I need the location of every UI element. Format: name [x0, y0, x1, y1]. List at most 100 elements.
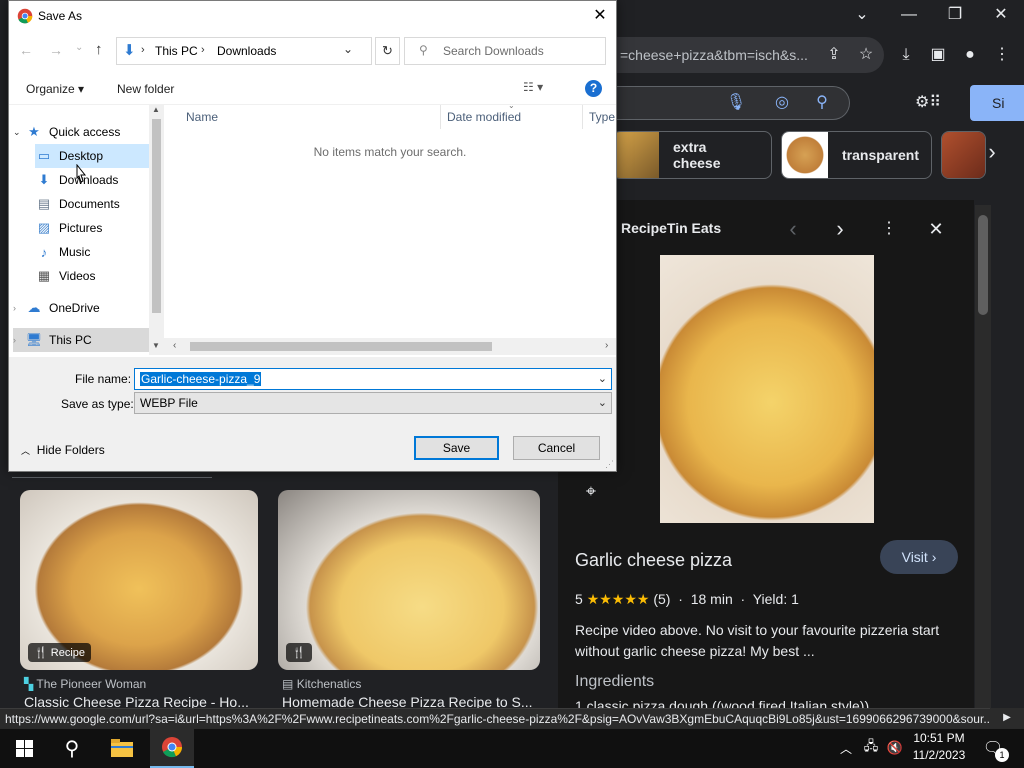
file-name-input[interactable]: Garlic-cheese-pizza_9 ⌄ [134, 368, 612, 390]
nav-quick-access[interactable]: ⌄ ★ Quick access [13, 120, 120, 144]
preview-image[interactable] [660, 255, 874, 523]
volume-muted-icon[interactable]: 🔇 [884, 728, 906, 768]
nav-pictures[interactable]: ▨ Pictures 📌 [35, 216, 172, 240]
organize-button[interactable]: Organize ▾ [26, 82, 84, 96]
restore-icon[interactable]: ❐ [943, 3, 967, 27]
forward-arrow-icon[interactable]: → [49, 42, 63, 58]
side-panel-icon[interactable]: ▣ [926, 43, 950, 67]
search-downloads-input[interactable]: ⚲ Search Downloads [404, 37, 606, 65]
scroll-down-icon[interactable]: ▼ [152, 341, 160, 350]
address-breadcrumb[interactable]: ⬇ › This PC › Downloads ⌄ [116, 37, 372, 65]
profile-avatar-icon[interactable]: ● [958, 43, 982, 67]
windows-start-icon[interactable] [6, 728, 42, 768]
minimize-icon[interactable]: — [897, 3, 921, 27]
menu-kebab-icon[interactable]: ⋮ [990, 43, 1014, 67]
close-preview-icon[interactable]: ✕ [924, 217, 948, 241]
voice-search-icon[interactable]: 🎙 [724, 91, 748, 115]
result-image[interactable] [278, 490, 540, 670]
recent-locations-icon[interactable]: ⌄ [75, 42, 83, 53]
settings-gear-icon[interactable]: ⚙⠿ [908, 91, 948, 115]
hscrollbar-thumb[interactable] [190, 342, 492, 351]
breadcrumb-this-pc[interactable]: This PC [155, 44, 198, 58]
network-icon[interactable]: 🖧 [860, 728, 882, 768]
clock-time: 10:51 PM [913, 731, 965, 745]
chrome-logo-icon [17, 8, 33, 29]
save-type-select[interactable]: WEBP File ⌄ [134, 392, 612, 414]
nav-onedrive[interactable]: › ☁ OneDrive [13, 296, 100, 320]
hide-folders-button[interactable]: ︿ Hide Folders [21, 443, 105, 457]
file-name-value: Garlic-cheese-pizza_9 [140, 372, 262, 386]
file-name-dropdown-icon[interactable]: ⌄ [598, 369, 607, 389]
nav-videos[interactable]: ▦ Videos [35, 264, 96, 288]
sign-in-button[interactable]: Si [970, 85, 1024, 121]
result-source-label: The Pioneer Woman [36, 677, 147, 691]
nav-music[interactable]: ♪ Music [35, 240, 91, 264]
preview-source[interactable]: RecipeTin Eats [621, 220, 721, 236]
dialog-navbar: ← → ⌄ ↑ ⬇ › This PC › Downloads ⌄ ↻ ⚲ Se… [9, 31, 616, 73]
documents-icon: ▤ [37, 196, 51, 211]
scroll-left-icon[interactable]: ‹ [173, 340, 176, 351]
browser-close-icon[interactable]: ✕ [989, 3, 1013, 27]
taskbar-search-icon[interactable]: ⚲ [52, 728, 92, 768]
column-name[interactable]: Name [164, 105, 441, 129]
nav-downloads[interactable]: ⬇ Downloads 📌 [35, 168, 172, 192]
dialog-title: Save As [38, 9, 83, 23]
bookmark-star-icon[interactable]: ☆ [854, 43, 878, 67]
next-image-icon[interactable]: › [828, 217, 852, 241]
resize-grip-icon[interactable]: ⋰ [605, 459, 614, 470]
chip-transparent[interactable]: transparent [781, 131, 932, 179]
show-hidden-icons[interactable]: ︿ [836, 728, 856, 768]
collapse-arrow-icon: ︿ [21, 446, 31, 456]
new-folder-button[interactable]: New folder [117, 82, 174, 96]
nav-desktop[interactable]: ▭ Desktop 📌 [35, 144, 171, 168]
dialog-close-icon[interactable]: ✕ [585, 4, 615, 28]
path-dropdown-icon[interactable]: ⌄ [343, 42, 353, 56]
result-source[interactable]: ▤ Kitchenatics [282, 677, 361, 691]
nav-this-pc[interactable]: › 🖥 This PC [13, 328, 149, 352]
lens-icon[interactable]: ◎ [770, 91, 794, 115]
nav-documents[interactable]: ▤ Documents 📌 [35, 192, 172, 216]
visit-button[interactable]: Visit › [880, 540, 958, 574]
taskbar-clock[interactable]: 10:51 PM 11/2/2023 [908, 730, 970, 764]
save-button[interactable]: Save [414, 436, 499, 460]
nav-scrollbar-thumb[interactable] [152, 119, 161, 313]
preview-title[interactable]: Garlic cheese pizza [575, 550, 732, 571]
view-options-icon[interactable]: ☷ ▾ [523, 80, 543, 94]
dialog-titlebar[interactable]: Save As ✕ [9, 1, 616, 31]
scroll-right-icon[interactable]: ▶ [990, 708, 1024, 728]
chip-label: extra cheese [673, 139, 721, 171]
chips-next-icon[interactable]: › [980, 140, 1004, 164]
search-icon[interactable]: ⚲ [810, 91, 834, 115]
lens-search-icon[interactable]: ⌖ [579, 479, 603, 503]
scroll-up-icon[interactable]: ▲ [152, 105, 160, 114]
column-type[interactable]: Type [583, 105, 616, 129]
share-icon[interactable]: ⇪ [822, 43, 846, 67]
back-arrow-icon[interactable]: ← [19, 42, 33, 58]
nav-label: Videos [59, 269, 96, 283]
chip-extra-cheese[interactable]: extra cheese [612, 131, 772, 179]
save-type-dropdown-icon[interactable]: ⌄ [598, 393, 607, 413]
download-icon[interactable]: ⤓ [894, 43, 918, 67]
chrome-taskbar-icon[interactable] [150, 728, 194, 768]
tab-search-icon[interactable]: ⌄ [850, 3, 874, 27]
breadcrumb-downloads[interactable]: Downloads [217, 44, 276, 58]
expand-arrow-icon[interactable]: ⌄ [13, 127, 25, 138]
cancel-button[interactable]: Cancel [513, 436, 600, 460]
expand-arrow-icon[interactable]: › [13, 303, 25, 313]
expand-arrow-icon[interactable]: › [13, 335, 25, 345]
save-options-pane: File name: Garlic-cheese-pizza_9 ⌄ Save … [9, 357, 616, 471]
rating-stars: ★★★★★ [586, 591, 650, 607]
nav-label: OneDrive [49, 301, 100, 315]
rating-value: 5 [575, 591, 583, 607]
more-options-icon[interactable]: ⋮ [877, 217, 901, 241]
nav-label: Documents [59, 197, 120, 211]
prev-image-icon[interactable]: ‹ [781, 217, 805, 241]
file-explorer-icon[interactable] [102, 728, 142, 768]
result-source[interactable]: ▚ The Pioneer Woman [24, 677, 146, 691]
scroll-right-icon[interactable]: › [605, 340, 608, 351]
up-folder-arrow-icon[interactable]: ↑ [95, 41, 103, 58]
save-type-value: WEBP File [140, 396, 198, 410]
refresh-icon[interactable]: ↻ [375, 37, 400, 65]
help-icon[interactable]: ? [585, 80, 602, 97]
page-scrollbar-thumb[interactable] [978, 215, 988, 315]
